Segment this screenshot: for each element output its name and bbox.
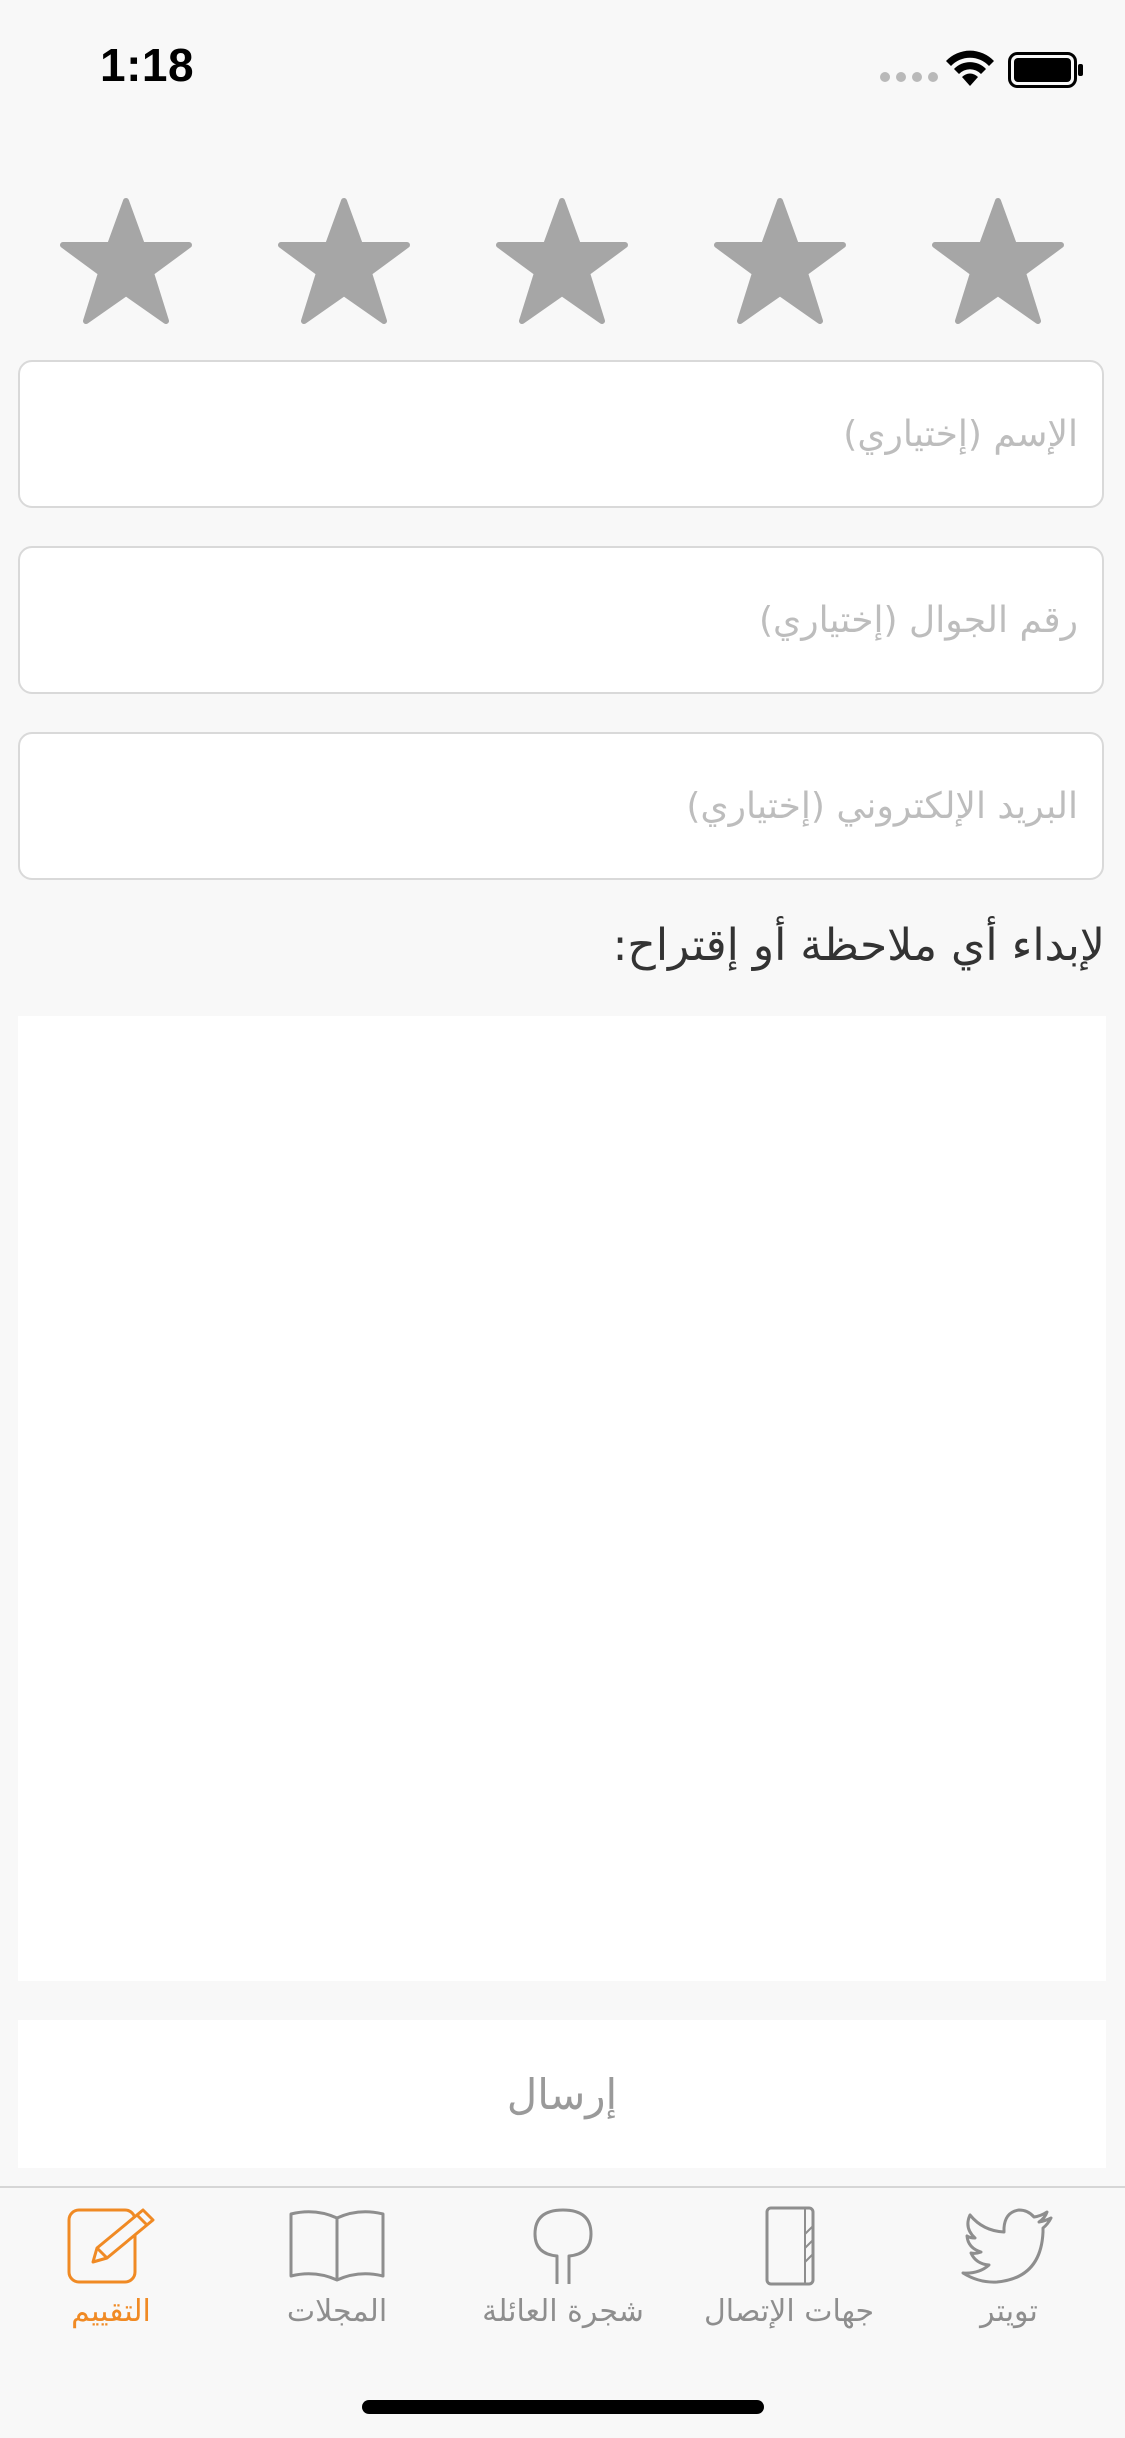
edit-icon xyxy=(67,2208,155,2284)
star-icon[interactable] xyxy=(274,195,414,330)
cellular-signal-icon xyxy=(880,72,938,82)
tab-rating[interactable]: التقييم xyxy=(6,2204,216,2344)
phone-field[interactable] xyxy=(20,548,1102,692)
email-field-container xyxy=(18,732,1104,880)
home-indicator xyxy=(362,2400,764,2414)
notes-label: لإبداء أي ملاحظة أو إقتراح: xyxy=(612,920,1105,971)
tab-magazines-label: المجلات xyxy=(286,2294,388,2329)
tab-magazines[interactable]: المجلات xyxy=(232,2204,442,2344)
twitter-icon xyxy=(961,2208,1053,2284)
phone-field-container xyxy=(18,546,1104,694)
tree-icon xyxy=(533,2208,593,2284)
battery-icon xyxy=(1008,52,1083,88)
book-icon xyxy=(289,2210,385,2282)
tab-twitter-label: تويتر xyxy=(980,2294,1038,2329)
email-field[interactable] xyxy=(20,734,1102,878)
contacts-book-icon xyxy=(765,2206,815,2286)
tab-rating-label: التقييم xyxy=(71,2294,151,2329)
star-icon[interactable] xyxy=(928,195,1068,330)
name-field[interactable] xyxy=(20,362,1102,506)
tab-family-tree-label: شجرة العائلة xyxy=(482,2294,644,2329)
status-bar: 1:18 xyxy=(0,0,1125,140)
name-field-container xyxy=(18,360,1104,508)
star-icon[interactable] xyxy=(56,195,196,330)
wifi-icon xyxy=(946,50,994,86)
status-time: 1:18 xyxy=(100,39,195,91)
tab-contacts-label: جهات الإتصال xyxy=(703,2294,875,2329)
star-icon[interactable] xyxy=(710,195,850,330)
tab-twitter[interactable]: تويتر xyxy=(904,2204,1114,2344)
send-button[interactable]: إرسال xyxy=(18,2020,1106,2168)
tab-contacts[interactable]: جهات الإتصال xyxy=(684,2204,894,2344)
rating-stars xyxy=(0,195,1125,335)
star-icon[interactable] xyxy=(492,195,632,330)
tab-family-tree[interactable]: شجرة العائلة xyxy=(458,2204,668,2344)
notes-textarea[interactable] xyxy=(18,1016,1106,1981)
